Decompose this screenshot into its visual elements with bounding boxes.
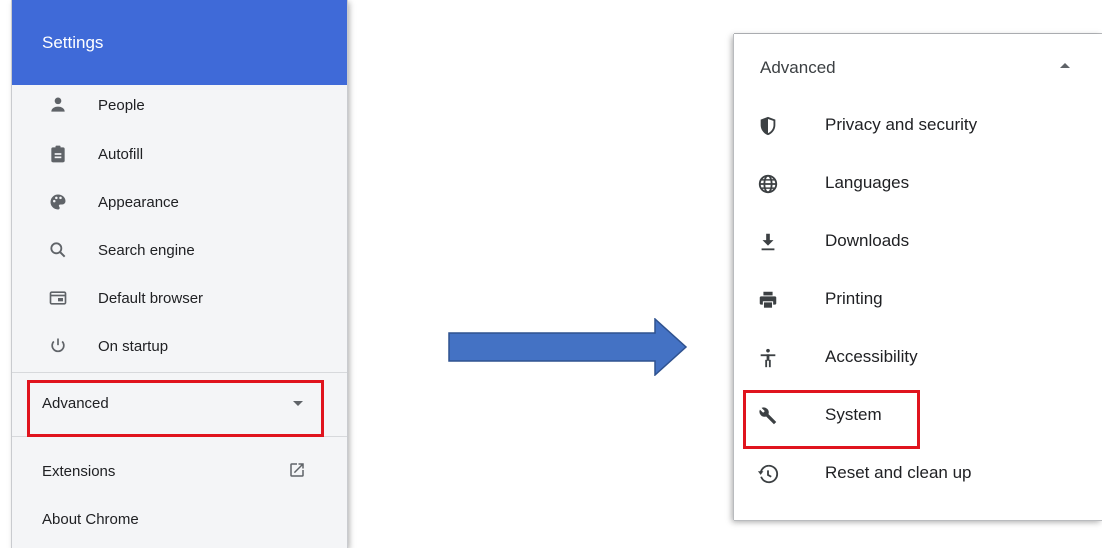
sidebar-item-about-chrome[interactable]: About Chrome bbox=[42, 511, 139, 528]
sidebar-item-label: Default browser bbox=[98, 289, 204, 307]
person-icon bbox=[46, 93, 70, 117]
sidebar-item-on-startup[interactable]: On startup bbox=[12, 322, 347, 370]
sidebar-item-reset-and-clean-up[interactable]: Reset and clean up bbox=[734, 444, 1102, 502]
search-icon bbox=[46, 238, 70, 262]
power-icon bbox=[46, 334, 70, 358]
sidebar-item-default-browser[interactable]: Default browser bbox=[12, 274, 347, 322]
sidebar-item-label: People bbox=[98, 96, 145, 114]
sidebar-item-label: Printing bbox=[825, 289, 883, 308]
sidebar-item-system[interactable]: System bbox=[734, 386, 1102, 444]
sidebar-item-label: Downloads bbox=[825, 231, 910, 250]
settings-title: Settings bbox=[42, 33, 104, 52]
globe-icon bbox=[755, 171, 781, 197]
sidebar-advanced-toggle[interactable]: Advanced bbox=[12, 380, 347, 428]
sidebar-item-autofill[interactable]: Autofill bbox=[12, 130, 347, 178]
sidebar-item-label: About Chrome bbox=[42, 511, 139, 528]
right-arrow-icon bbox=[448, 318, 688, 376]
sidebar-item-accessibility[interactable]: Accessibility bbox=[734, 328, 1102, 386]
sidebar-item-label: Reset and clean up bbox=[825, 463, 972, 482]
sidebar-item-printing[interactable]: Printing bbox=[734, 270, 1102, 328]
advanced-settings-panel: Advanced Privacy and security Languages … bbox=[734, 34, 1102, 520]
sidebar-item-extensions[interactable]: Extensions bbox=[42, 463, 115, 480]
download-icon bbox=[755, 229, 781, 255]
reset-history-icon bbox=[755, 461, 781, 487]
accessibility-icon bbox=[755, 345, 781, 371]
shield-icon bbox=[755, 113, 781, 139]
printer-icon bbox=[755, 287, 781, 313]
advanced-label: Advanced bbox=[42, 395, 109, 412]
sidebar-item-label: Languages bbox=[825, 173, 910, 192]
sidebar-item-label: Extensions bbox=[42, 463, 116, 480]
external-link-icon[interactable] bbox=[288, 461, 306, 484]
sidebar-item-label: Accessibility bbox=[825, 347, 918, 366]
sidebar-item-privacy-and-security[interactable]: Privacy and security bbox=[734, 96, 1102, 154]
sidebar-item-people[interactable]: People bbox=[12, 81, 347, 129]
divider bbox=[12, 436, 347, 437]
sidebar-item-label: Privacy and security bbox=[825, 115, 978, 134]
sidebar-item-downloads[interactable]: Downloads bbox=[734, 212, 1102, 270]
divider bbox=[12, 372, 347, 373]
sidebar-item-appearance[interactable]: Appearance bbox=[12, 178, 347, 226]
chevron-up-icon[interactable] bbox=[1060, 63, 1070, 68]
sidebar-item-label: Search engine bbox=[98, 241, 195, 259]
palette-icon bbox=[46, 190, 70, 214]
wrench-icon bbox=[755, 403, 781, 429]
sidebar-item-search-engine[interactable]: Search engine bbox=[12, 226, 347, 274]
chevron-down-icon bbox=[293, 401, 303, 406]
settings-sidebar: Settings People Autofill Appearance Sear… bbox=[12, 0, 347, 548]
sidebar-item-languages[interactable]: Languages bbox=[734, 154, 1102, 212]
sidebar-item-label: Autofill bbox=[98, 145, 144, 163]
sidebar-item-label: System bbox=[825, 405, 882, 424]
advanced-header-label: Advanced bbox=[760, 58, 836, 77]
sidebar-item-label: On startup bbox=[98, 337, 169, 355]
browser-window-icon bbox=[46, 286, 70, 310]
sidebar-item-label: Appearance bbox=[98, 193, 179, 211]
clipboard-icon bbox=[46, 142, 70, 166]
settings-header: Settings bbox=[12, 0, 347, 85]
